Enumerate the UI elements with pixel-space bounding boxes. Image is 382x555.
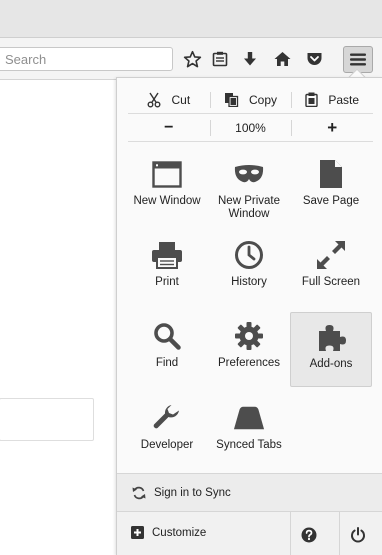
clipboard-icon	[212, 51, 228, 67]
new-private-window-label: New Private Window	[218, 195, 280, 220]
zoom-in-button[interactable]: +	[291, 114, 373, 141]
clock-icon	[233, 239, 265, 271]
home-icon	[274, 52, 290, 66]
plus-box-icon	[131, 526, 144, 539]
help-icon	[301, 527, 316, 542]
find-label: Find	[155, 357, 179, 369]
customize-label: Customize	[152, 526, 207, 539]
preferences-button[interactable]: Preferences	[208, 312, 290, 387]
sign-in-to-sync-button[interactable]: Sign in to Sync	[117, 473, 382, 511]
developer-label: Developer	[140, 439, 194, 451]
expand-arrows-icon	[315, 239, 347, 271]
zoom-out-label: −	[164, 118, 174, 136]
paste-button[interactable]: Paste	[291, 86, 373, 113]
page-content-box	[0, 398, 94, 441]
power-icon	[350, 526, 365, 542]
download-arrow-icon	[244, 52, 256, 66]
paste-icon	[305, 92, 319, 107]
new-window-button[interactable]: New Window	[126, 150, 208, 225]
copy-button[interactable]: Copy	[209, 86, 292, 113]
main-menu-panel: Cut Copy Paste − 100% + New Window New P…	[116, 77, 382, 555]
add-ons-label: Add-ons	[309, 358, 353, 370]
history-label: History	[231, 276, 267, 288]
zoom-level-label: 100%	[235, 120, 266, 135]
zoom-out-button[interactable]: −	[128, 114, 210, 141]
new-private-window-button[interactable]: New Private Window	[208, 150, 290, 225]
bookmark-star-button[interactable]	[180, 47, 204, 71]
copy-label: Copy	[249, 92, 278, 107]
edit-controls: Cut Copy Paste	[128, 86, 373, 114]
new-window-label: New Window	[133, 195, 201, 207]
copy-icon	[224, 92, 239, 107]
synced-tabs-label: Synced Tabs	[216, 439, 282, 451]
pocket-icon	[307, 53, 321, 65]
home-button[interactable]	[270, 47, 294, 71]
print-button[interactable]: Print	[126, 231, 208, 306]
gear-icon	[233, 320, 265, 352]
sign-in-label: Sign in to Sync	[154, 486, 231, 499]
print-label: Print	[155, 276, 179, 288]
quit-button[interactable]	[339, 512, 375, 555]
history-button[interactable]: History	[208, 231, 290, 306]
mask-icon	[233, 158, 265, 190]
pocket-button[interactable]	[302, 47, 326, 71]
zoom-reset-button[interactable]: 100%	[209, 114, 292, 141]
tab-bar	[0, 0, 382, 38]
add-ons-button[interactable]: Add-ons	[290, 312, 372, 387]
downloads-button[interactable]	[238, 47, 262, 71]
synced-tabs-button[interactable]: Synced Tabs	[208, 394, 290, 469]
zoom-controls: − 100% +	[128, 114, 373, 142]
magnifier-icon	[151, 320, 183, 352]
sync-icon	[132, 486, 146, 500]
developer-button[interactable]: Developer	[126, 394, 208, 469]
save-page-label: Save Page	[302, 195, 360, 207]
puzzle-icon	[315, 321, 347, 353]
help-button[interactable]	[290, 512, 326, 555]
search-input[interactable]	[0, 47, 173, 71]
cut-button[interactable]: Cut	[128, 86, 210, 113]
hamburger-icon	[350, 53, 366, 66]
reading-list-button[interactable]	[208, 47, 232, 71]
synced-tabs-icon	[233, 402, 265, 434]
zoom-in-label: +	[327, 117, 338, 137]
find-button[interactable]: Find	[126, 312, 208, 387]
cut-label: Cut	[171, 92, 191, 107]
scissors-icon	[147, 92, 161, 108]
star-outline-icon	[183, 50, 201, 67]
menu-footer: Customize	[117, 511, 382, 555]
window-icon	[151, 158, 183, 190]
paste-label: Paste	[328, 92, 360, 107]
full-screen-button[interactable]: Full Screen	[290, 231, 372, 306]
page-icon	[315, 158, 347, 190]
save-page-button[interactable]: Save Page	[290, 150, 372, 225]
customize-button[interactable]: Customize	[131, 526, 206, 539]
navigation-toolbar	[0, 38, 382, 80]
wrench-icon	[151, 402, 183, 434]
preferences-label: Preferences	[217, 357, 280, 369]
printer-icon	[151, 239, 183, 271]
full-screen-label: Full Screen	[301, 276, 361, 288]
